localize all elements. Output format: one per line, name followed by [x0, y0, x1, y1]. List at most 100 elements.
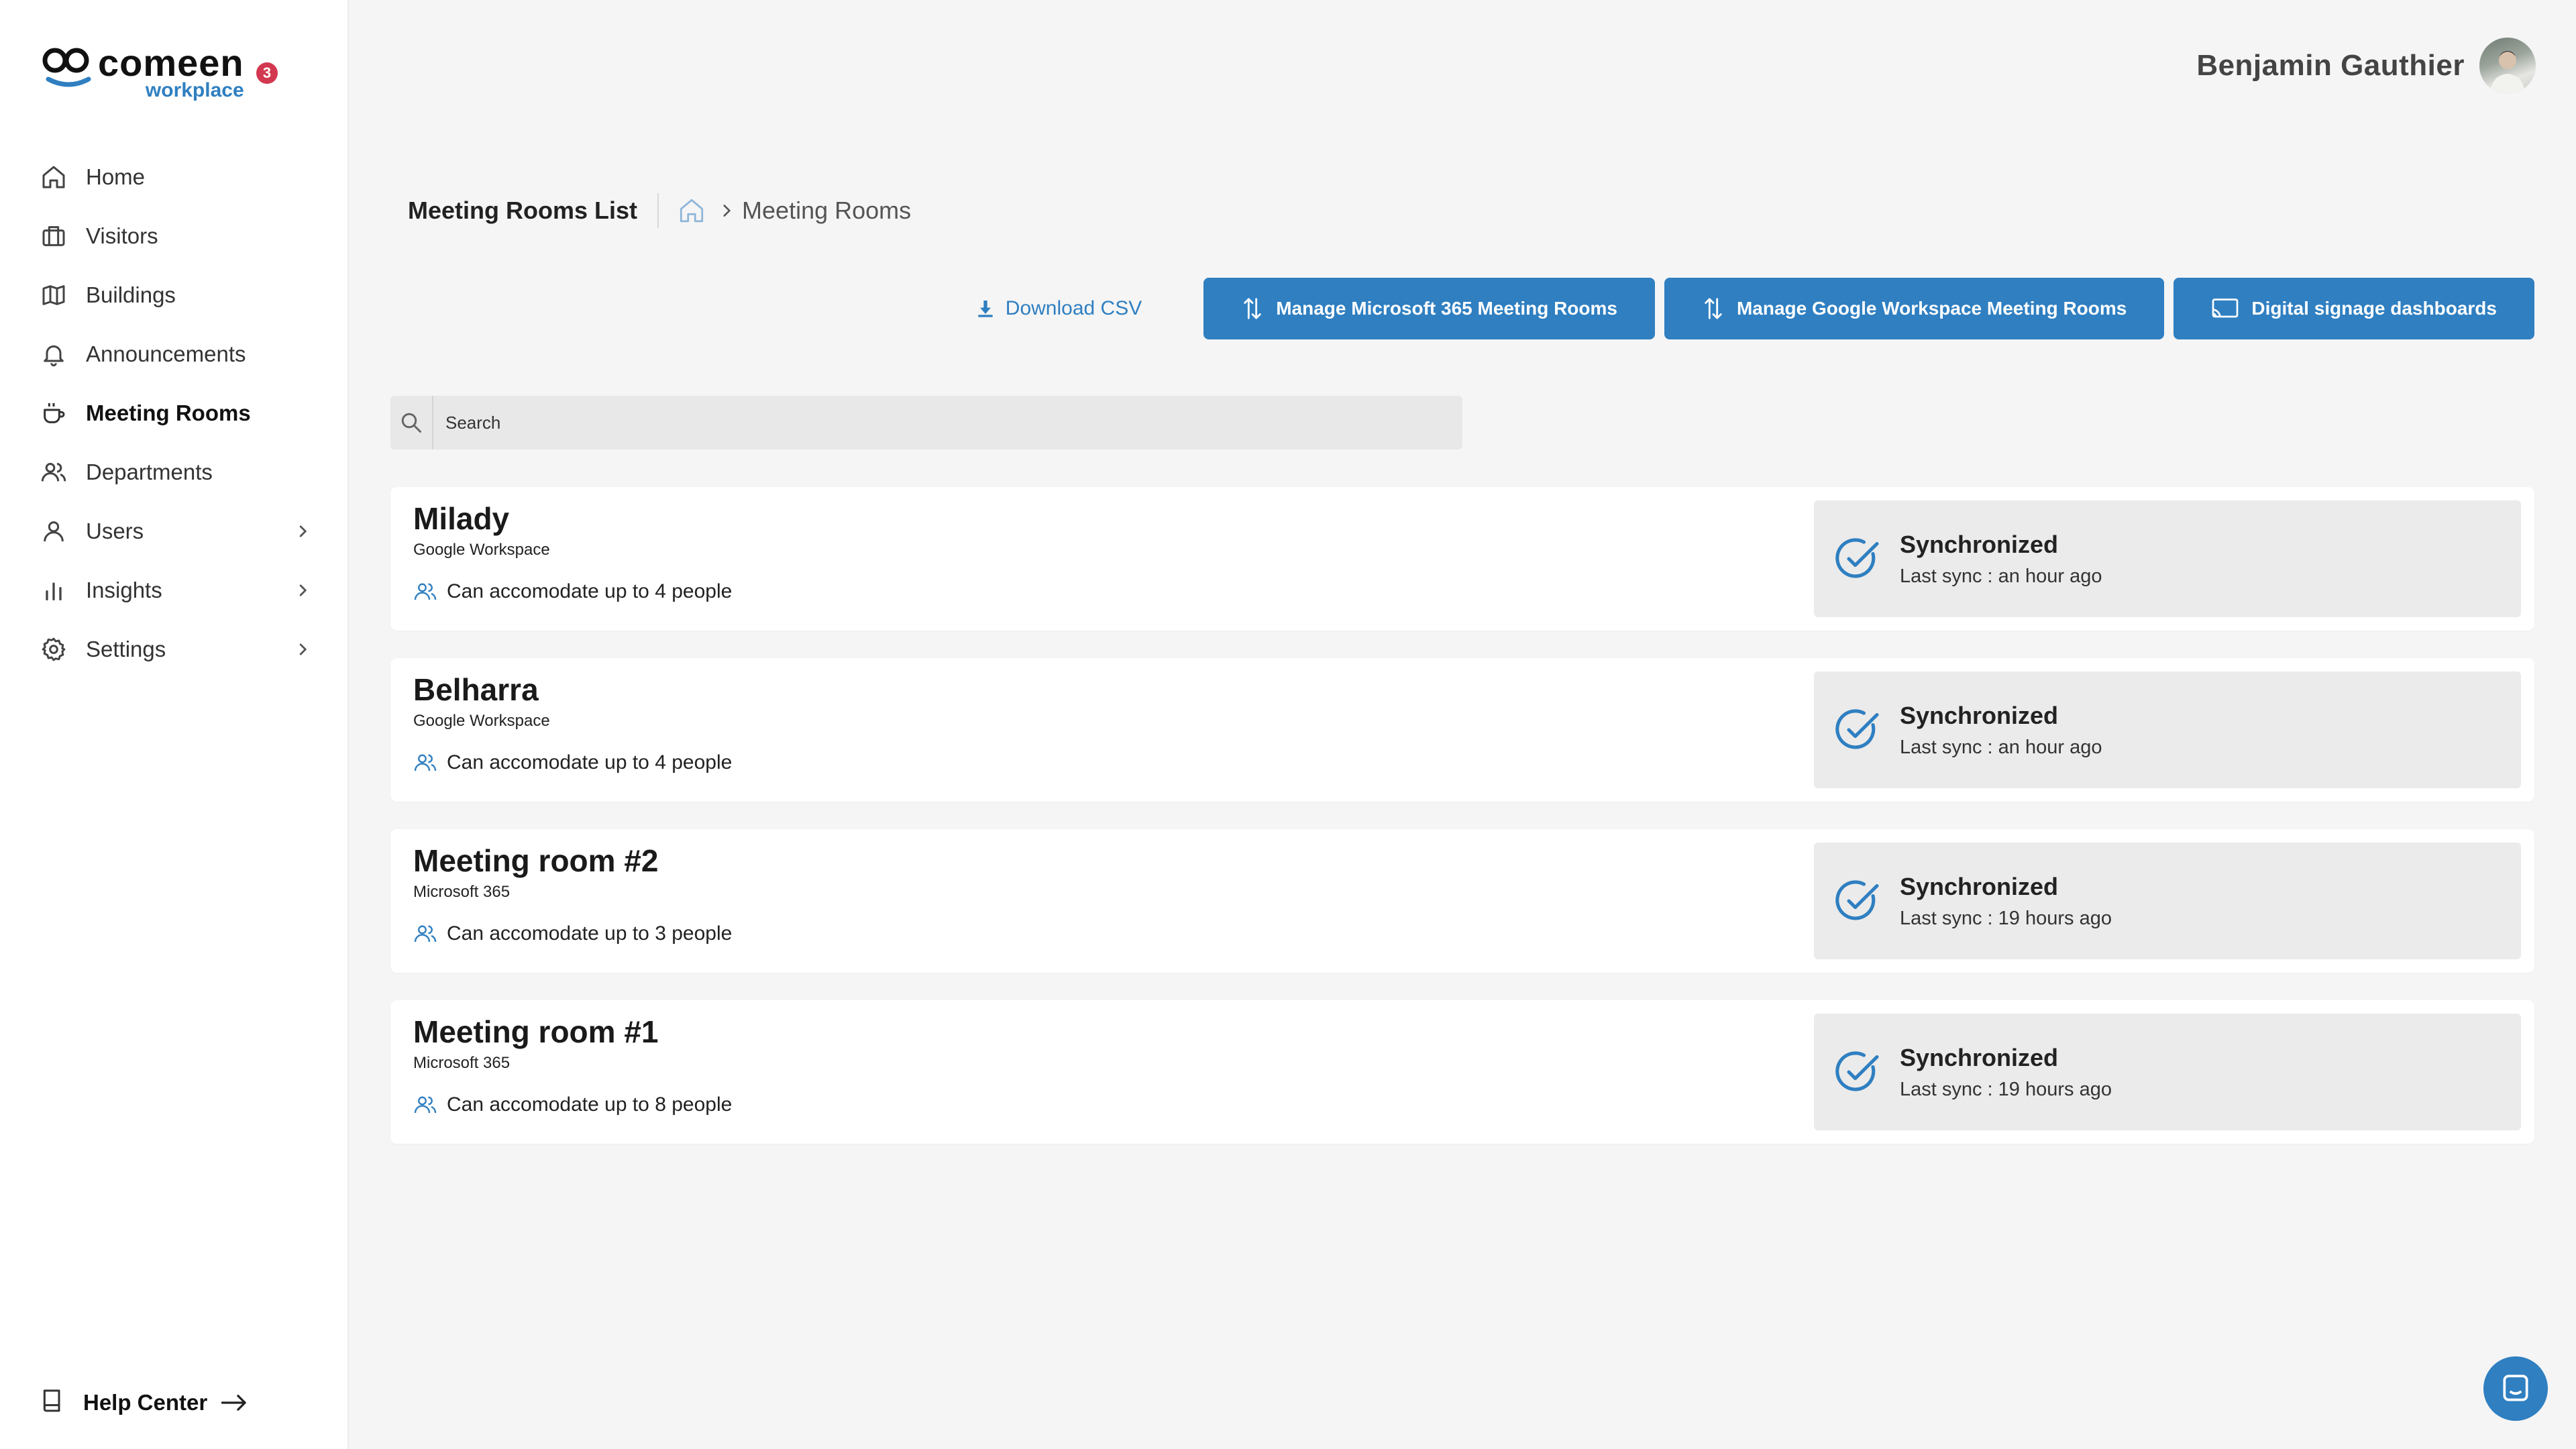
- sync-status-title: Synchronized: [1900, 701, 2059, 729]
- sync-status: Synchronized Last sync : 19 hours ago: [1814, 843, 2521, 959]
- briefcase-icon: [39, 221, 68, 251]
- chevron-right-icon[interactable]: [291, 579, 314, 602]
- sync-status-title: Synchronized: [1900, 1043, 2059, 1071]
- sidebar-item-departments[interactable]: Departments: [0, 443, 349, 502]
- page-title: Meeting Rooms List: [408, 197, 638, 224]
- sync-status: Synchronized Last sync : 19 hours ago: [1814, 1014, 2521, 1130]
- sidebar-item-meeting-rooms[interactable]: Meeting Rooms: [0, 384, 349, 443]
- manage-ms365-label: Manage Microsoft 365 Meeting Rooms: [1276, 298, 1617, 319]
- chevron-right-icon[interactable]: [291, 520, 314, 543]
- logo-title: comeen: [98, 42, 244, 84]
- manage-ms365-rooms-button[interactable]: Manage Microsoft 365 Meeting Rooms: [1203, 278, 1655, 339]
- room-provider: Google Workspace: [413, 541, 550, 559]
- sidebar-item-label: Meeting Rooms: [86, 400, 251, 425]
- list-item[interactable]: Meeting room #1 Microsoft 365 Can accomo…: [390, 1000, 2534, 1144]
- bar-chart-icon: [39, 576, 68, 605]
- chevron-right-icon[interactable]: [291, 638, 314, 661]
- sync-status: Synchronized Last sync : an hour ago: [1814, 672, 2521, 788]
- search-bar: [390, 396, 1462, 449]
- download-csv-button[interactable]: Download CSV: [975, 297, 1142, 320]
- sync-status-title: Synchronized: [1900, 530, 2059, 558]
- digital-signage-label: Digital signage dashboards: [2251, 298, 2497, 319]
- sync-arrows-icon: [1244, 298, 1261, 319]
- header-divider: [657, 193, 659, 228]
- comeen-logo[interactable]: comeen workplace: [42, 44, 244, 101]
- sidebar-item-visitors[interactable]: Visitors: [0, 207, 349, 266]
- download-icon: [978, 301, 993, 317]
- sidebar-item-label: Visitors: [86, 223, 158, 248]
- help-center-label: Help Center: [83, 1389, 208, 1415]
- sidebar-item-buildings[interactable]: Buildings: [0, 266, 349, 325]
- coffee-cup-icon: [39, 398, 68, 428]
- sidebar-item-label: Departments: [86, 460, 213, 484]
- help-center-link[interactable]: Help Center: [39, 1387, 249, 1417]
- cast-screen-icon: [2212, 299, 2239, 318]
- last-sync-label: Last sync : 19 hours ago: [1900, 907, 2112, 929]
- room-capacity: Can accomodate up to 4 people: [413, 580, 732, 604]
- room-name: Meeting room #2: [413, 843, 659, 878]
- check-circle-icon: [1835, 1051, 1879, 1091]
- breadcrumb: Meeting Rooms: [742, 197, 912, 224]
- sidebar-item-users[interactable]: Users: [0, 502, 349, 561]
- list-item[interactable]: Milady Google Workspace Can accomodate u…: [390, 487, 2534, 631]
- meeting-rooms-list: Milady Google Workspace Can accomodate u…: [390, 487, 2534, 1171]
- sidebar-item-label: Announcements: [86, 341, 246, 366]
- manage-google-rooms-button[interactable]: Manage Google Workspace Meeting Rooms: [1664, 278, 2165, 339]
- sidebar-item-label: Insights: [86, 578, 162, 602]
- comeen-logo-mark: [42, 44, 95, 91]
- sidebar: comeen workplace 3 Home Visitors Buildin…: [0, 0, 349, 1449]
- sidebar-item-label: Buildings: [86, 282, 176, 307]
- sidebar-item-label: Users: [86, 519, 144, 543]
- bell-icon: [39, 339, 68, 369]
- sidebar-item-home[interactable]: Home: [0, 148, 349, 207]
- user-name: Benjamin Gauthier: [2196, 49, 2465, 82]
- last-sync-label: Last sync : an hour ago: [1900, 565, 2102, 587]
- room-capacity-label: Can accomodate up to 4 people: [447, 580, 733, 602]
- room-capacity: Can accomodate up to 3 people: [413, 922, 732, 946]
- last-sync-label: Last sync : an hour ago: [1900, 736, 2102, 758]
- room-capacity-label: Can accomodate up to 4 people: [447, 751, 733, 773]
- avatar[interactable]: [2479, 38, 2536, 94]
- sync-arrows-icon: [1705, 298, 1722, 319]
- download-csv-label: Download CSV: [1005, 297, 1142, 319]
- users-icon: [414, 583, 437, 600]
- sidebar-item-label: Settings: [86, 637, 166, 661]
- search-input[interactable]: [433, 412, 1373, 433]
- map-icon: [39, 280, 68, 310]
- sidebar-item-announcements[interactable]: Announcements: [0, 325, 349, 384]
- room-name: Milady: [413, 501, 510, 536]
- sidebar-item-insights[interactable]: Insights: [0, 561, 349, 620]
- user-icon: [39, 517, 68, 546]
- check-circle-icon: [1835, 880, 1879, 920]
- list-item[interactable]: Belharra Google Workspace Can accomodate…: [390, 658, 2534, 802]
- chat-icon: [2503, 1375, 2528, 1401]
- users-icon: [414, 1096, 437, 1114]
- user-menu[interactable]: Benjamin Gauthier: [2196, 38, 2536, 94]
- check-circle-icon: [1835, 538, 1879, 578]
- room-name: Meeting room #1: [413, 1014, 659, 1049]
- room-provider: Google Workspace: [413, 712, 550, 730]
- room-provider: Microsoft 365: [413, 883, 511, 901]
- sync-status-title: Synchronized: [1900, 872, 2059, 900]
- page-header: Meeting Rooms List Meeting Rooms: [408, 191, 911, 231]
- chevron-right-icon: [718, 202, 735, 219]
- notification-badge[interactable]: 3: [256, 62, 278, 84]
- check-circle-icon: [1835, 709, 1879, 749]
- list-item[interactable]: Meeting room #2 Microsoft 365 Can accomo…: [390, 829, 2534, 973]
- chat-launcher-button[interactable]: [2483, 1356, 2548, 1421]
- room-capacity: Can accomodate up to 4 people: [413, 751, 732, 775]
- room-capacity-label: Can accomodate up to 8 people: [447, 1093, 733, 1116]
- gear-icon: [39, 635, 68, 664]
- sidebar-item-settings[interactable]: Settings: [0, 620, 349, 679]
- home-icon: [39, 162, 68, 192]
- room-name: Belharra: [413, 672, 539, 707]
- home-icon[interactable]: [678, 197, 706, 225]
- sidebar-item-label: Home: [86, 164, 146, 189]
- users-icon: [414, 754, 437, 771]
- actions-bar: Download CSV Manage Microsoft 365 Meetin…: [975, 278, 2534, 339]
- digital-signage-button[interactable]: Digital signage dashboards: [2174, 278, 2534, 339]
- room-provider: Microsoft 365: [413, 1054, 511, 1072]
- room-capacity-label: Can accomodate up to 3 people: [447, 922, 733, 945]
- last-sync-label: Last sync : 19 hours ago: [1900, 1078, 2112, 1100]
- sync-status: Synchronized Last sync : an hour ago: [1814, 500, 2521, 617]
